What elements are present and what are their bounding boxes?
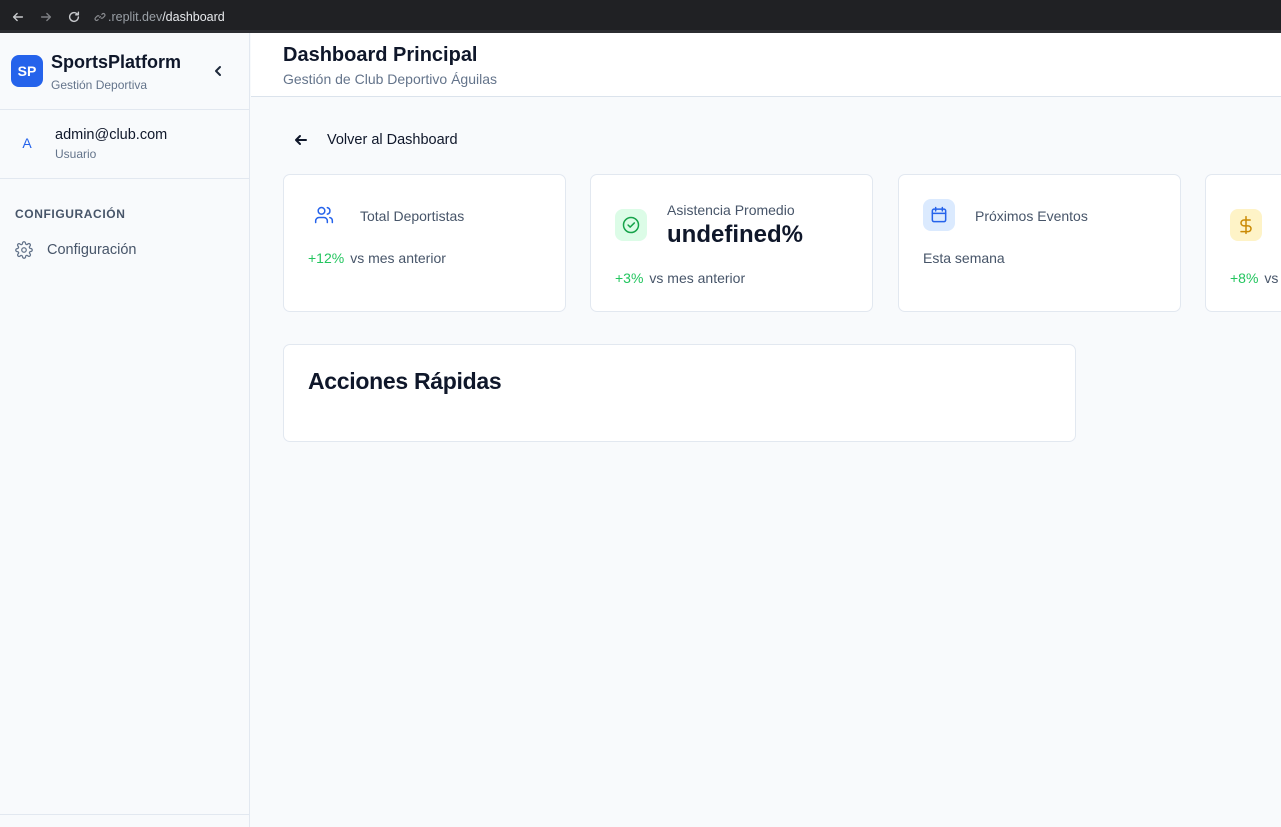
arrow-left-icon	[12, 12, 24, 21]
quick-actions-title: Acciones Rápidas	[308, 368, 502, 394]
stat-label: Total Deportistas	[360, 208, 465, 224]
link-icon	[94, 12, 106, 21]
users-icon	[314, 206, 334, 224]
stat-label: Asistencia Promedio	[667, 202, 795, 218]
arrow-right-icon	[40, 12, 52, 21]
stat-footer: Esta semana	[923, 250, 1005, 266]
back-link-label: Volver al Dashboard	[327, 132, 458, 148]
stat-card-ingresos: +8% vs	[1205, 174, 1281, 312]
section-title-configuracion: CONFIGURACIÓN	[15, 207, 126, 221]
sidebar-item-configuracion[interactable]: Configuración	[15, 238, 235, 262]
divider	[0, 814, 249, 815]
user-email: admin@club.com	[55, 127, 168, 143]
stat-card-asistencia-promedio: Asistencia Promedio undefined% +3% vs mes…	[590, 174, 873, 312]
stat-value: undefined%	[667, 221, 803, 248]
chevron-left-icon	[215, 66, 221, 76]
stat-icon-box	[1230, 209, 1262, 241]
stat-foot-text: vs	[1264, 270, 1279, 286]
address-bar[interactable]: .replit.dev/dashboard	[94, 10, 225, 24]
stat-trend: +8%	[1230, 270, 1259, 286]
browser-back-button[interactable]	[4, 3, 32, 31]
stat-footer: +3% vs mes anterior	[615, 270, 745, 286]
stat-icon-box	[615, 209, 647, 241]
collapse-sidebar-button[interactable]	[208, 61, 228, 81]
stat-foot-text: vs mes anterior	[649, 270, 746, 286]
sidebar-brand: SP SportsPlatform Gestión Deportiva	[0, 33, 249, 110]
stat-foot-text: Esta semana	[923, 250, 1005, 266]
brand-subtitle: Gestión Deportiva	[51, 78, 148, 92]
page-subtitle: Gestión de Club Deportivo Águilas	[283, 71, 498, 87]
url-host: .replit.dev	[108, 9, 163, 24]
calendar-icon	[931, 206, 947, 223]
brand-logo: SP	[11, 55, 43, 87]
stat-label: Próximos Eventos	[975, 208, 1088, 224]
back-to-dashboard-link[interactable]: Volver al Dashboard	[293, 130, 458, 150]
stat-card-total-deportistas: Total Deportistas +12% vs mes anterior	[283, 174, 566, 312]
browser-reload-button[interactable]	[60, 3, 88, 31]
dollar-icon	[1240, 215, 1252, 235]
stat-trend: +12%	[308, 250, 345, 266]
browser-forward-button[interactable]	[32, 3, 60, 31]
stat-footer: +8% vs	[1230, 270, 1278, 286]
avatar: A	[22, 135, 32, 151]
sidebar-item-label: Configuración	[47, 242, 137, 258]
arrow-left-icon	[295, 135, 307, 145]
stat-card-proximos-eventos: Próximos Eventos Esta semana	[898, 174, 1181, 312]
user-profile: A admin@club.com Usuario	[0, 110, 249, 179]
stat-icon-box	[923, 199, 955, 231]
page-header: Dashboard Principal Gestión de Club Depo…	[251, 33, 1281, 97]
brand-name: SportsPlatform	[51, 52, 182, 72]
browser-toolbar: .replit.dev/dashboard	[0, 0, 1281, 33]
stat-foot-text: vs mes anterior	[350, 250, 446, 266]
reload-icon	[68, 10, 80, 22]
stat-icon-box	[308, 199, 340, 231]
stat-footer: +12% vs mes anterior	[308, 250, 446, 266]
user-role: Usuario	[55, 147, 97, 161]
check-circle-icon	[622, 216, 640, 234]
quick-actions-panel: Acciones Rápidas	[283, 344, 1076, 442]
sidebar: SP SportsPlatform Gestión Deportiva A ad…	[0, 33, 250, 827]
gear-icon	[15, 241, 33, 259]
page-title: Dashboard Principal	[283, 44, 478, 66]
stat-trend: +3%	[615, 270, 644, 286]
url-path: /dashboard	[162, 9, 225, 24]
